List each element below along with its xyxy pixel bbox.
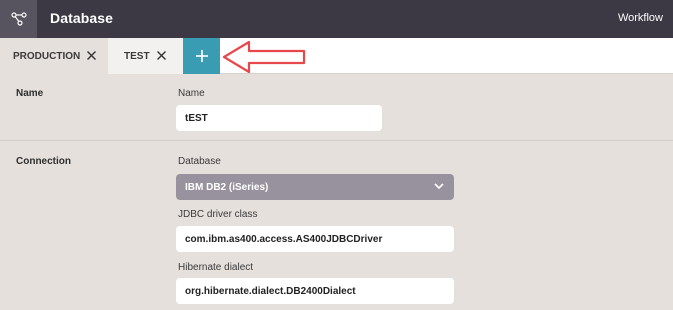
workflow-nodes-icon[interactable] <box>0 0 37 38</box>
tab-production[interactable]: PRODUCTION <box>0 38 108 74</box>
chevron-down-icon <box>434 183 444 190</box>
name-section: Name Name tEST <box>0 74 673 141</box>
app-header: Database Workflow <box>0 0 673 38</box>
tab-label: PRODUCTION <box>13 50 81 62</box>
page-title: Database <box>50 10 114 26</box>
add-tab-button[interactable] <box>183 38 220 74</box>
annotation-arrow <box>222 40 306 74</box>
workflow-link[interactable]: Workflow <box>618 12 663 24</box>
database-select-value: IBM DB2 (iSeries) <box>185 181 269 193</box>
close-icon[interactable] <box>86 50 97 61</box>
section-label-name: Name <box>16 88 44 99</box>
name-input[interactable]: tEST <box>176 105 382 131</box>
hibernate-dialect-input[interactable]: org.hibernate.dialect.DB2400Dialect <box>176 278 454 304</box>
section-label-connection: Connection <box>16 156 71 167</box>
tab-label: TEST <box>124 50 150 62</box>
database-field-label: Database <box>178 156 221 167</box>
tab-bar: PRODUCTION TEST <box>0 38 673 74</box>
plus-icon <box>195 50 208 62</box>
hibernate-field-label: Hibernate dialect <box>178 262 254 273</box>
name-field-label: Name <box>178 88 205 99</box>
connection-section: Connection Database IBM DB2 (iSeries) JD… <box>0 142 673 310</box>
jdbc-driver-input[interactable]: com.ibm.as400.access.AS400JDBCDriver <box>176 226 454 252</box>
jdbc-field-label: JDBC driver class <box>178 209 258 220</box>
close-icon[interactable] <box>156 50 167 61</box>
tab-test[interactable]: TEST <box>108 38 183 74</box>
database-select[interactable]: IBM DB2 (iSeries) <box>176 174 454 200</box>
